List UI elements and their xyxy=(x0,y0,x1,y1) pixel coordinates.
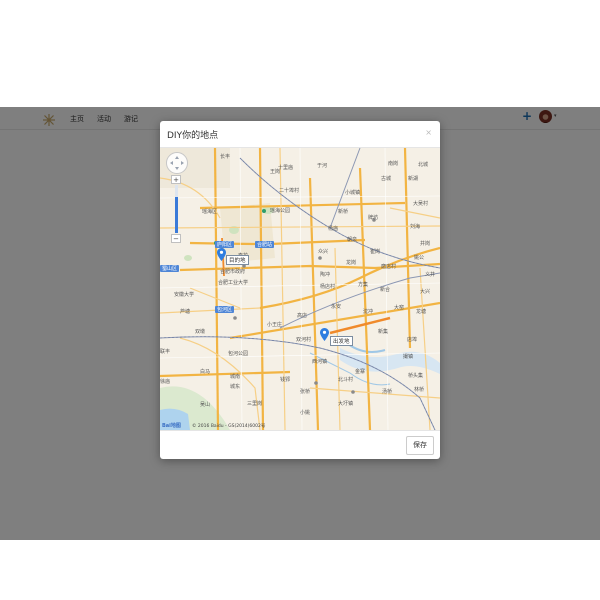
map-label: 二十埠村 xyxy=(279,188,300,194)
map-label: 三里岗 xyxy=(247,401,263,407)
map-label: 林桥 xyxy=(414,387,425,393)
destination-pin-label[interactable]: 目的地 xyxy=(226,255,249,265)
map-label: 包河公园 xyxy=(228,351,249,357)
map-label: 小城镇 xyxy=(345,190,361,196)
map-label: 大窑 xyxy=(394,305,405,311)
close-icon[interactable]: × xyxy=(425,128,432,137)
map-label: 大圩镇 xyxy=(338,401,354,407)
map-label: 崔岗 xyxy=(370,249,381,255)
modal-footer: 保存 xyxy=(160,430,440,459)
map-label: 双墩 xyxy=(195,329,206,335)
map-label: 义井 xyxy=(425,272,436,278)
zoom-in-button[interactable]: + xyxy=(171,175,181,184)
map-label: 高店 xyxy=(297,313,308,319)
map-label: 汤桥 xyxy=(382,389,393,395)
map-label: 芦塘 xyxy=(180,309,191,315)
map-label: 南岗 xyxy=(388,161,399,167)
map-label: 白马 xyxy=(200,369,211,375)
map-label: 十里庙 xyxy=(278,165,294,171)
save-button[interactable]: 保存 xyxy=(406,436,434,455)
map-label: 瑶海区 xyxy=(202,209,218,215)
origin-pin-icon[interactable] xyxy=(320,328,329,341)
map-label: 包河区 xyxy=(215,306,235,313)
zoom-out-button[interactable]: − xyxy=(171,234,181,243)
map-label: 新桥 xyxy=(338,209,349,215)
map-label: 于河 xyxy=(317,163,328,169)
map-label: 城南 xyxy=(230,374,241,380)
map-label: 店埠 xyxy=(407,337,418,343)
map-label: 大吴村 xyxy=(413,201,429,207)
map-label: 刘海 xyxy=(410,224,421,230)
destination-pin-icon[interactable] xyxy=(217,248,226,261)
map-label: 城东 xyxy=(230,384,241,390)
map-label: 张桥 xyxy=(300,389,311,395)
map-label: 大兴 xyxy=(420,289,431,295)
map-label: 双河村 xyxy=(296,337,312,343)
map-label: 金寨 xyxy=(355,369,366,375)
map-label: 井岗 xyxy=(420,241,431,247)
location-modal: DIY你的地点 × 十里庙 于河 北城 古城 大吴村 二十埠村 小城镇 新湖 瑶… xyxy=(160,121,440,459)
map-label: 合肥站 xyxy=(255,241,275,248)
map-label: 庐阳区 xyxy=(215,241,235,248)
map-label: 沈冲 xyxy=(363,309,374,315)
map-label: 桥头集 xyxy=(408,373,424,379)
map-copyright: © 2016 Baidu - GS(2014)6002号 xyxy=(192,424,266,429)
baidu-map-logo: Bai地图 xyxy=(162,423,181,429)
map-label: 北城 xyxy=(418,162,429,168)
map-label: 古城 xyxy=(381,176,392,182)
modal-header: DIY你的地点 × xyxy=(160,121,440,148)
map-label: 龙岗 xyxy=(346,260,357,266)
map-label: 小王庄 xyxy=(267,322,283,328)
map-label: 牌坊 xyxy=(368,215,379,221)
map-label: 杨庙 xyxy=(328,226,339,232)
map-label: 方集 xyxy=(358,282,369,288)
map-label: 朝泉 xyxy=(347,237,358,243)
map-label: 联丰 xyxy=(160,349,171,355)
pan-arrows-icon xyxy=(170,156,184,170)
map-label: 合肥工业大学 xyxy=(218,280,249,286)
modal-title: DIY你的地点 xyxy=(167,131,219,141)
map-label: 杨店村 xyxy=(320,284,336,290)
map-label: 西河镇 xyxy=(312,359,328,365)
map-label: 新湖 xyxy=(408,176,419,182)
map-label: 新合 xyxy=(380,287,391,293)
map-label: 合肥市政府 xyxy=(220,269,246,275)
map-label: 钱郢 xyxy=(280,377,291,383)
map-label: 永安 xyxy=(331,304,342,310)
map-label: 北斗村 xyxy=(338,377,354,383)
zoom-level-fill xyxy=(175,197,178,233)
map-label: 吴山 xyxy=(200,402,211,408)
map-label: 龙塘 xyxy=(416,309,427,315)
map-label: 蜀山区 xyxy=(160,265,180,272)
map-label: 徐庙 xyxy=(160,379,171,385)
map-label: 安徽大学 xyxy=(174,292,195,298)
map-label: 姚公 xyxy=(414,255,425,261)
map-label: 磨店村 xyxy=(381,264,397,270)
origin-pin-label[interactable]: 出发地 xyxy=(330,336,353,346)
map-label: 撮镇 xyxy=(403,354,414,360)
map-label: 小姚 xyxy=(300,410,311,416)
map-label: 瑶海公园 xyxy=(270,208,291,214)
map-label: 王岗 xyxy=(270,169,281,175)
map-label: 长丰 xyxy=(220,154,231,160)
map-pan-control[interactable] xyxy=(166,152,188,174)
zoom-slider[interactable]: + − xyxy=(171,175,181,243)
map-label: 新集 xyxy=(378,329,389,335)
map-canvas[interactable]: 十里庙 于河 北城 古城 大吴村 二十埠村 小城镇 新湖 瑶海区 瑶海公园 合肥… xyxy=(160,148,440,430)
map-label: 陶冲 xyxy=(320,272,331,278)
map-label: 众兴 xyxy=(318,249,329,255)
